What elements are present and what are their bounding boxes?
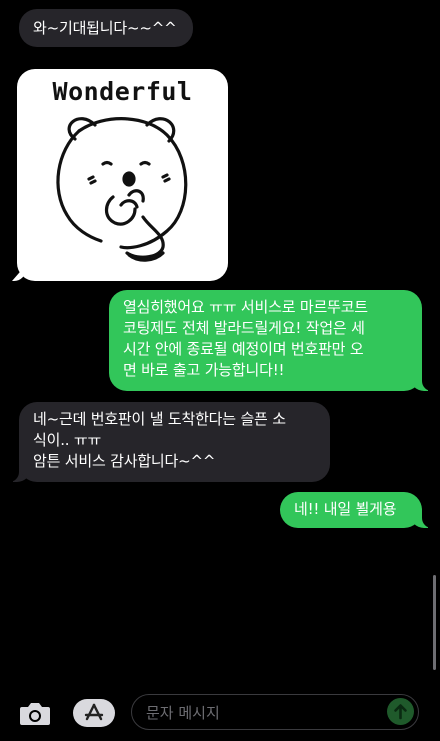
message-line: 열심히했어요 ㅠㅠ 서비스로 마르뚜코트	[123, 298, 368, 316]
message-thread[interactable]: 와~기대됩니다~~^^ Wonderful 열심히했어요 ㅠㅠ 서비스로 마르뚜…	[0, 0, 440, 680]
incoming-message[interactable]: 와~기대됩니다~~^^	[19, 9, 193, 47]
message-input[interactable]: 문자 메시지	[131, 694, 419, 730]
outgoing-message[interactable]: 열심히했어요 ㅠㅠ 서비스로 마르뚜코트 코팅제도 전체 발라드릴게요! 작업은…	[109, 290, 434, 391]
incoming-message[interactable]: 네~근데 번호판이 낼 도착한다는 슬픈 소 식이.. ㅠㅠ 암튼 서비스 감사…	[7, 402, 330, 482]
message-line: 네~근데 번호판이 낼 도착한다는 슬픈 소	[33, 410, 286, 428]
camera-button[interactable]	[18, 698, 52, 728]
scrollbar[interactable]	[433, 575, 436, 670]
send-arrow-icon	[394, 704, 407, 720]
message-line: 식이.. ㅠㅠ	[33, 431, 102, 449]
outgoing-message[interactable]: 네!! 내일 뵐게용	[280, 492, 434, 528]
message-input-placeholder: 문자 메시지	[146, 704, 220, 722]
send-button[interactable]	[387, 698, 414, 725]
camera-icon	[20, 703, 50, 725]
message-text: 네!! 내일 뵐게용	[294, 500, 397, 518]
app-store-button[interactable]	[73, 699, 115, 727]
sticker-message[interactable]: Wonderful	[17, 69, 228, 281]
bear-sticker-icon	[56, 117, 188, 262]
message-line: 시간 안에 종료될 예정이며 번호판만 오	[123, 340, 364, 358]
message-line: 암튼 서비스 감사합니다~^^	[33, 452, 216, 470]
message-text: 와~기대됩니다~~^^	[33, 19, 177, 37]
app-store-icon	[84, 703, 104, 721]
message-line: 코팅제도 전체 발라드릴게요! 작업은 세	[123, 319, 365, 337]
message-line: 면 바로 출고 가능합니다!!	[123, 361, 285, 379]
